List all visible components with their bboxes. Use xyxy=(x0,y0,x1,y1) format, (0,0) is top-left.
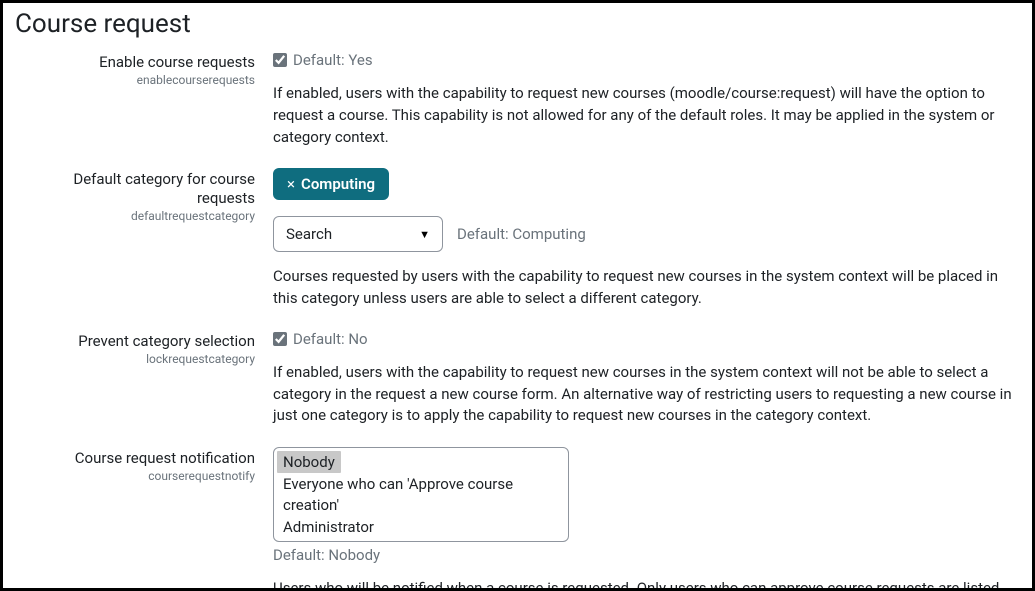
setting-course-request-notify: Course request notification coursereques… xyxy=(15,447,1020,591)
category-search-combobox[interactable]: Search ▼ xyxy=(273,216,443,252)
setting-control-col: Default: Yes If enabled, users with the … xyxy=(273,51,1020,164)
setting-label-col: Course request notification coursereques… xyxy=(15,447,273,591)
setting-key: defaultrequestcategory xyxy=(15,209,255,223)
setting-label: Default category for course requests xyxy=(15,170,255,208)
setting-description: If enabled, users with the capability to… xyxy=(273,83,1013,148)
tag-label: Computing xyxy=(301,175,375,193)
setting-label-col: Enable course requests enablecoursereque… xyxy=(15,51,273,164)
setting-label: Course request notification xyxy=(15,449,255,468)
lock-request-category-checkbox[interactable] xyxy=(273,332,287,346)
setting-enable-course-requests: Enable course requests enablecoursereque… xyxy=(15,51,1020,164)
checkbox-row: Default: Yes xyxy=(273,51,1020,69)
setting-key: courserequestnotify xyxy=(15,469,255,483)
default-indicator: Default: No xyxy=(293,330,368,348)
search-placeholder: Search xyxy=(286,225,332,243)
setting-control-col: Nobody Everyone who can 'Approve course … xyxy=(273,447,1020,591)
notify-option[interactable]: Administrator xyxy=(277,516,565,538)
notify-option[interactable]: Nobody xyxy=(277,451,341,473)
setting-description: Courses requested by users with the capa… xyxy=(273,266,1013,310)
category-search-row: Search ▼ Default: Computing xyxy=(273,216,1020,252)
setting-description: Users who will be notified when a course… xyxy=(273,578,1013,591)
setting-label: Enable course requests xyxy=(15,53,255,72)
checkbox-row: Default: No xyxy=(273,330,1020,348)
setting-description: If enabled, users with the capability to… xyxy=(273,362,1013,427)
chevron-down-icon: ▼ xyxy=(419,228,430,241)
setting-label: Prevent category selection xyxy=(15,332,255,351)
default-indicator: Default: Computing xyxy=(457,225,586,243)
default-indicator: Default: Nobody xyxy=(273,546,1020,564)
page-title: Course request xyxy=(15,9,1020,39)
setting-control-col: Default: No If enabled, users with the c… xyxy=(273,330,1020,443)
enable-course-requests-checkbox[interactable] xyxy=(273,53,287,67)
setting-key: enablecourserequests xyxy=(15,73,255,87)
setting-control-col: × Computing Search ▼ Default: Computing … xyxy=(273,168,1020,326)
settings-frame: Course request Enable course requests en… xyxy=(0,0,1035,591)
setting-label-col: Prevent category selection lockrequestca… xyxy=(15,330,273,443)
setting-label-col: Default category for course requests def… xyxy=(15,168,273,326)
setting-key: lockrequestcategory xyxy=(15,352,255,366)
selected-category-tag[interactable]: × Computing xyxy=(273,168,389,200)
remove-tag-icon[interactable]: × xyxy=(287,175,295,193)
default-indicator: Default: Yes xyxy=(293,51,373,69)
notify-option[interactable]: Everyone who can 'Approve course creatio… xyxy=(277,473,565,516)
setting-lock-request-category: Prevent category selection lockrequestca… xyxy=(15,330,1020,443)
setting-default-request-category: Default category for course requests def… xyxy=(15,168,1020,326)
notify-multiselect[interactable]: Nobody Everyone who can 'Approve course … xyxy=(273,447,569,542)
